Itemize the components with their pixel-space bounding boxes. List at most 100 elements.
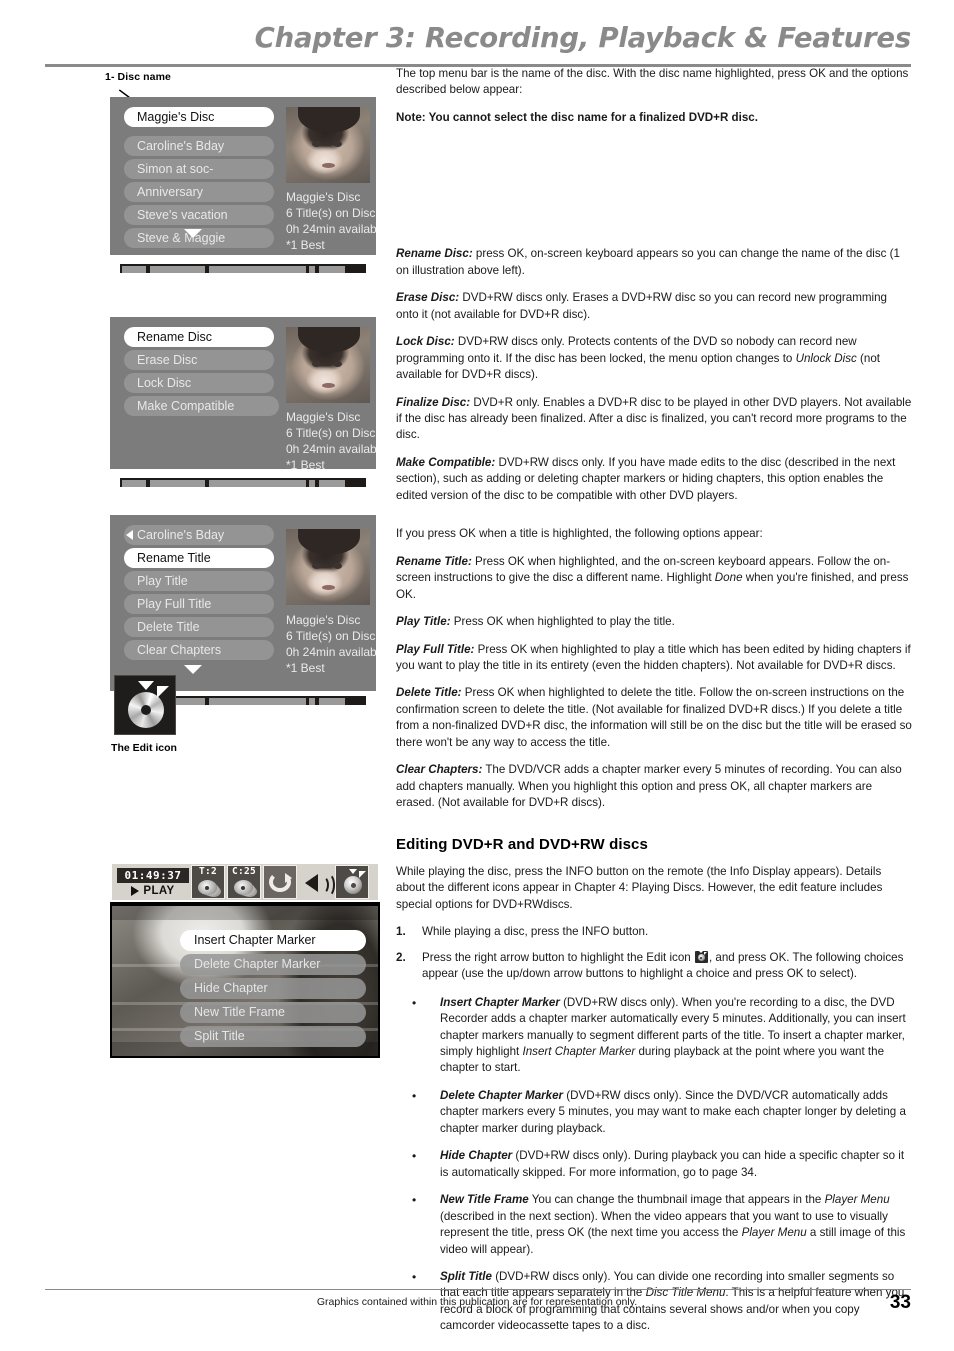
edit-icon[interactable] [335, 865, 369, 899]
lock-disc-italic: Unlock Disc [795, 351, 857, 365]
menu-item-disc-name[interactable]: Maggie's Disc [124, 107, 301, 127]
intro-paragraph: The top menu bar is the name of the disc… [396, 67, 909, 97]
chapter-number-icon[interactable]: C:25 [227, 865, 261, 899]
disc-stack-icon [234, 880, 253, 895]
play-full-title-paragraph: Play Full Title: Press OK when highlight… [396, 642, 912, 675]
disc-info-titles: 6 Title(s) on Disc [286, 205, 376, 220]
list-item[interactable]: Steve's vacation [124, 205, 274, 225]
time-block: 01:49:37 PLAY [117, 867, 189, 897]
play-icon [131, 885, 140, 896]
disc-options-scrollbar[interactable] [118, 476, 368, 489]
list-item[interactable]: Play Full Title [124, 594, 274, 614]
finalize-disc-text: DVD+R only. Enables a DVD+R disc to be p… [396, 395, 912, 442]
finalize-disc-lead: Finalize Disc: [396, 395, 471, 409]
disc-info-available: 0h 24min available [286, 441, 376, 456]
footer-divider [45, 1289, 911, 1290]
editing-intro-paragraph: While playing the disc, press the INFO b… [396, 864, 883, 911]
scroll-down-arrow-icon[interactable] [184, 665, 202, 674]
list-item[interactable]: New Title Frame [180, 1002, 366, 1023]
title-number-label: T:2 [198, 866, 218, 877]
list-item[interactable]: Simon at soc- [124, 159, 274, 179]
step-text: While playing a disc, press the INFO but… [422, 925, 649, 939]
list-item[interactable]: Hide Chapter [180, 978, 366, 999]
step-number: 2. [396, 950, 406, 964]
list-item[interactable]: Play Title [124, 571, 274, 591]
menu-item-title-name[interactable]: Caroline's Bday [124, 525, 301, 545]
title-number-icon[interactable]: T:2 [191, 865, 225, 899]
bullet-icon: • [412, 1193, 417, 1208]
disc-info-block: Maggie's Disc 6 Title(s) on Disc 0h 24mi… [286, 410, 376, 469]
disc-info-titles: 6 Title(s) on Disc [286, 425, 376, 440]
rename-title-italic: Done [714, 571, 743, 585]
repeat-icon[interactable] [263, 865, 297, 899]
list-item[interactable]: Delete Title [124, 617, 274, 637]
chevron-left-icon[interactable] [126, 332, 133, 342]
play-full-title-text: Press OK when highlighted to play a titl… [396, 642, 911, 672]
play-status: PLAY [117, 885, 189, 897]
scroll-down-arrow-icon[interactable] [184, 229, 202, 238]
chevron-left-icon[interactable] [126, 112, 133, 122]
audio-icon[interactable] [299, 865, 335, 899]
disc-options-list: Rename Disc Erase Disc Lock Disc Make Co… [124, 327, 301, 419]
timecode: 01:49:37 [117, 867, 189, 883]
play-title-text: Press OK when highlighted to play the ti… [450, 615, 675, 629]
list-item[interactable]: Split Title [180, 1026, 366, 1047]
disc-stack-icon [198, 880, 217, 895]
page-header: Chapter 3: Recording, Playback & Feature… [45, 22, 912, 67]
insert-chapter-marker-lead: Insert Chapter Marker [440, 995, 560, 1009]
edit-options-menu: Insert Chapter Marker Delete Chapter Mar… [180, 930, 366, 1050]
new-title-frame-lead: New Title Frame [440, 1193, 529, 1207]
list-item[interactable]: Anniversary [124, 182, 274, 202]
step-text-part-1: Press the right arrow button to highligh… [422, 950, 694, 964]
rename-disc-lead: Rename Disc: [396, 247, 473, 261]
erase-disc-lead: Erase Disc: [396, 291, 460, 305]
disc-info-name: Maggie's Disc [286, 613, 361, 627]
hide-chapter-lead: Hide Chapter [440, 1149, 513, 1163]
clear-chapters-paragraph: Clear Chapters: The DVD/VCR adds a chapt… [396, 762, 912, 811]
title-thumbnail [286, 107, 370, 183]
new-title-frame-italic-2: Player Menu [741, 1226, 807, 1240]
delete-title-paragraph: Delete Title: Press OK when highlighted … [396, 685, 912, 751]
insert-chapter-marker-italic: Insert Chapter Marker [522, 1044, 636, 1058]
disc-info-available: 0h 24min available [286, 644, 376, 659]
clear-chapters-lead: Clear Chapters: [396, 763, 483, 777]
list-item[interactable]: Make Compatible [124, 396, 279, 416]
triangle-up-icon [349, 869, 357, 874]
menu-item-label: Maggie's Disc [137, 110, 215, 124]
menu-item-label: Rename Disc [137, 330, 213, 344]
disc-info-block: Maggie's Disc 6 Title(s) on Disc 0h 24mi… [286, 190, 376, 254]
menu-item-rename-disc[interactable]: Rename Disc [124, 327, 301, 347]
body-column: The top menu bar is the name of the disc… [396, 66, 912, 1346]
list-item[interactable]: Rename Title [124, 548, 274, 568]
list-item[interactable]: Clear Chapters [124, 640, 274, 660]
edit-icon [694, 950, 708, 963]
disc-menu-panel: Maggie's Disc Caroline's Bday Simon at s… [110, 97, 376, 255]
edit-icon [114, 675, 176, 735]
list-item[interactable]: Caroline's Bday [124, 136, 274, 156]
split-title-lead: Split Title [440, 1269, 492, 1283]
step-item: 2. Press the right arrow button to highl… [396, 950, 912, 983]
page-title: Chapter 3: Recording, Playback & Feature… [254, 22, 912, 54]
finalize-disc-paragraph: Finalize Disc: DVD+R only. Enables a DVD… [396, 395, 912, 444]
lock-disc-lead: Lock Disc: [396, 335, 455, 349]
make-compatible-lead: Make Compatible: [396, 455, 496, 469]
rename-title-paragraph: Rename Title: Press OK when highlighted,… [396, 554, 912, 603]
disc-glyph-icon [344, 876, 362, 894]
list-item[interactable]: Delete Chapter Marker [180, 954, 366, 975]
note-paragraph: Note: You cannot select the disc name fo… [396, 110, 758, 124]
bullet-icon: • [412, 1149, 417, 1164]
list-item[interactable]: Insert Chapter Marker [180, 930, 366, 951]
list-item[interactable]: Lock Disc [124, 373, 274, 393]
edit-icon-figure: The Edit icon [109, 675, 181, 754]
disc-menu-scrollbar[interactable] [118, 262, 368, 275]
section-heading-editing: Editing DVD+R and DVD+RW discs [396, 835, 648, 853]
chapter-number-label: C:25 [231, 866, 257, 877]
chevron-left-icon[interactable] [126, 530, 133, 540]
list-item: • Hide Chapter (DVD+RW discs only). Duri… [396, 1148, 912, 1181]
title-options-list: Caroline's Bday Rename Title Play Title … [124, 525, 301, 663]
list-item[interactable]: Erase Disc [124, 350, 274, 370]
new-title-frame-text-1: You can change the thumbnail image that … [528, 1193, 825, 1207]
triangle-right-icon [359, 871, 366, 878]
bullet-icon: • [412, 995, 417, 1010]
callout-label-disc-name: 1- Disc name [105, 71, 171, 83]
